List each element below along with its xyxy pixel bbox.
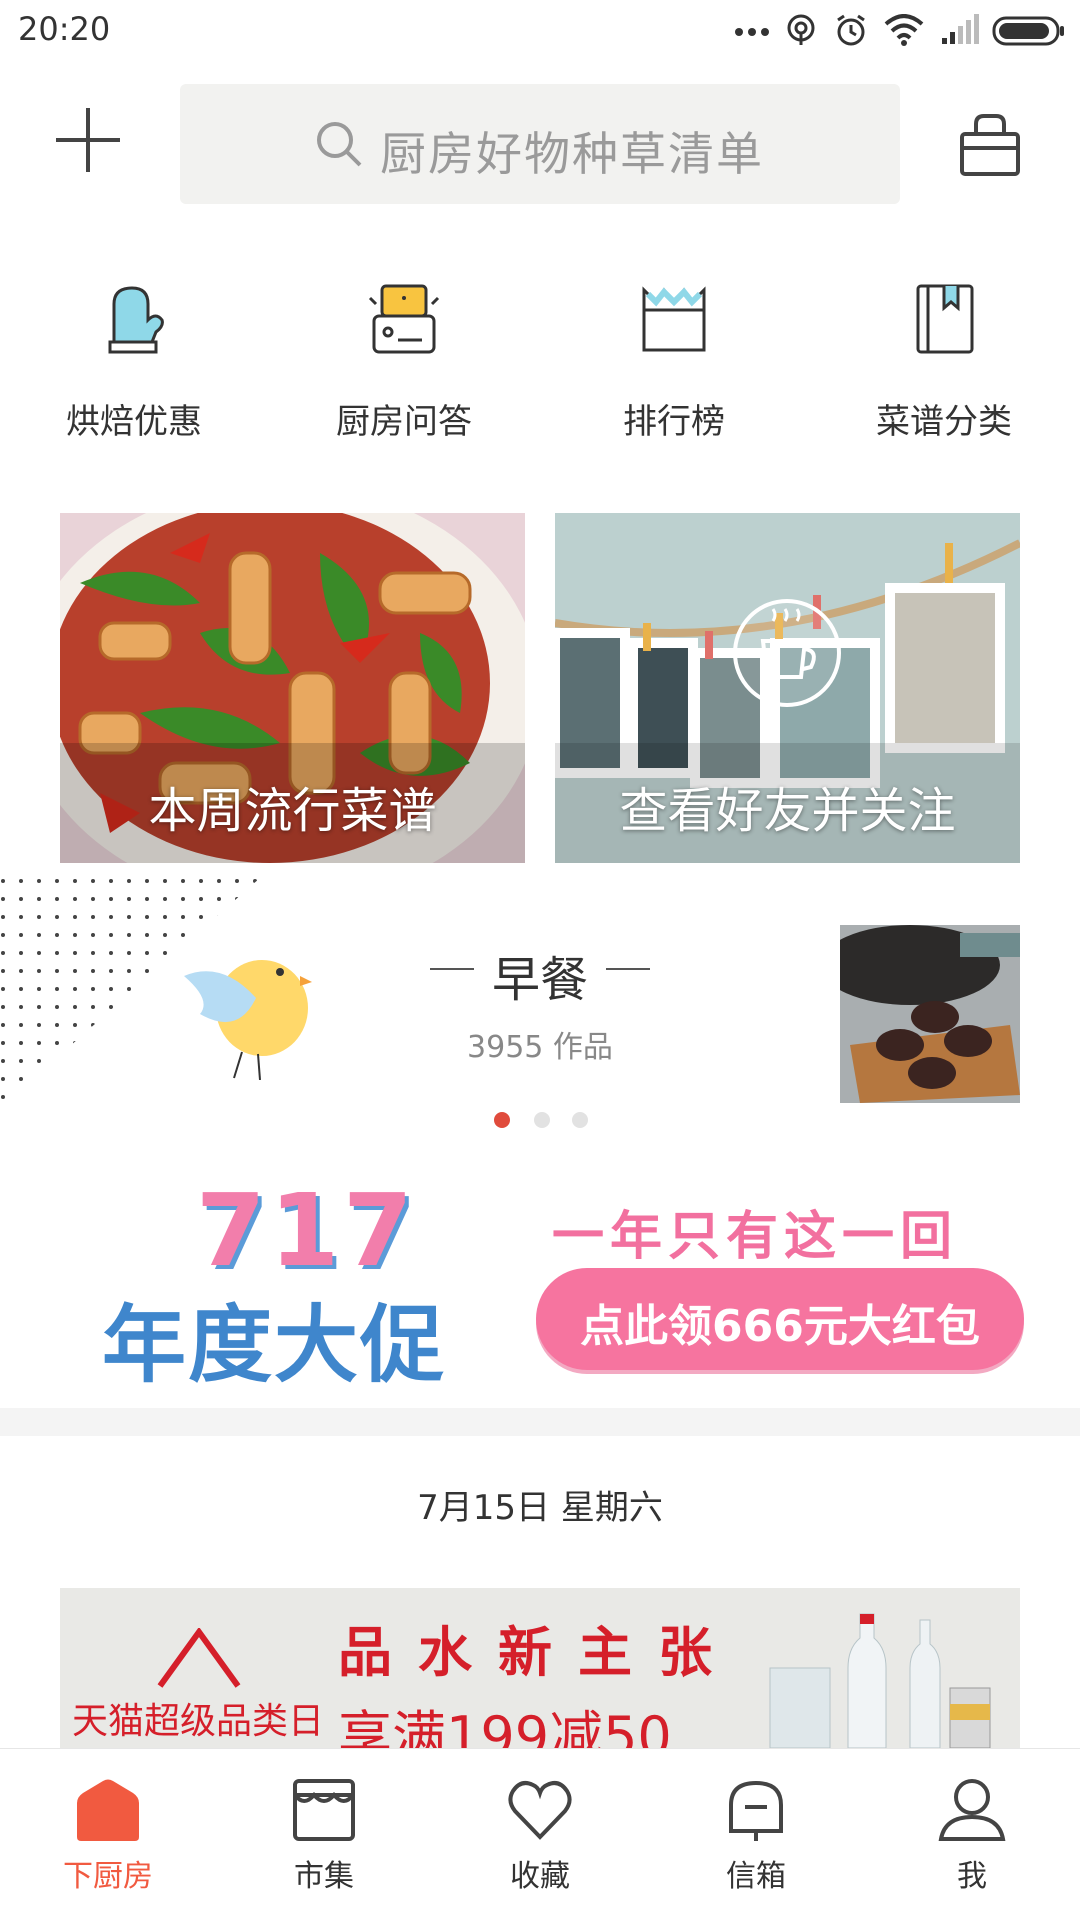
search-bar[interactable]: 厨房好物种草清单 — [180, 84, 900, 204]
nav-item-me[interactable]: 我 — [864, 1749, 1080, 1921]
quick-entry-baking-deals[interactable]: 烘焙优惠 — [34, 280, 234, 450]
add-button[interactable] — [52, 104, 124, 176]
quick-entry-label: 厨房问答 — [336, 402, 472, 442]
promo-slogan: 一年只有这一回 — [552, 1207, 959, 1267]
nav-label: 下厨房 — [63, 1859, 153, 1894]
alarm-icon — [837, 14, 865, 46]
page-dot[interactable] — [534, 1112, 550, 1128]
status-bar: 20:20 — [0, 0, 1080, 62]
nav-item-home[interactable]: 下厨房 — [0, 1749, 216, 1921]
oven-mitt-icon — [108, 286, 164, 354]
carousel-count: 3955 作品 — [467, 1030, 613, 1065]
ad-headline: 品水新主张 — [338, 1621, 738, 1684]
nav-label: 信箱 — [726, 1859, 786, 1894]
quick-entry-recipe-categories[interactable]: 菜谱分类 — [844, 280, 1044, 450]
more-dots-icon — [735, 28, 769, 36]
mailbox-icon — [729, 1780, 783, 1841]
recipe-book-icon — [916, 284, 974, 354]
search-icon — [317, 122, 362, 167]
status-time: 20:20 — [18, 10, 111, 48]
promo-subtitle: 年度大促 — [102, 1296, 447, 1394]
chick-mascot-icon — [184, 960, 312, 1080]
tile-find-friends[interactable]: 查看好友并关注 — [555, 513, 1020, 863]
water-bottles-image — [769, 1613, 991, 1748]
tile-label: 本周流行菜谱 — [148, 783, 437, 839]
breakfast-thumbnail[interactable] — [840, 925, 1020, 1103]
shopping-basket-icon[interactable] — [958, 112, 1022, 178]
ad-offer: 享满199减50 — [338, 1705, 672, 1748]
nav-label: 市集 — [294, 1859, 354, 1894]
page-dot[interactable] — [572, 1112, 588, 1128]
search-placeholder: 厨房好物种草清单 — [380, 127, 764, 181]
date-label: 7月15日 星期六 — [417, 1488, 663, 1528]
section-divider — [0, 1408, 1080, 1436]
promo-number: 717 — [196, 1172, 417, 1289]
crown-icon — [642, 286, 706, 352]
toaster-icon — [368, 284, 440, 354]
quick-entry-kitchen-qa[interactable]: 厨房问答 — [304, 280, 504, 450]
carousel-title: 早餐 — [491, 952, 588, 1008]
quick-entry-leaderboard[interactable]: 排行榜 — [574, 280, 774, 450]
nav-item-market[interactable]: 市集 — [216, 1749, 432, 1921]
heart-icon — [508, 1781, 572, 1840]
ad-tmall-text: 天猫超级品类日 — [72, 1701, 325, 1742]
nav-item-mailbox[interactable]: 信箱 — [648, 1749, 864, 1921]
market-icon — [293, 1779, 355, 1841]
quick-entry-label: 烘焙优惠 — [66, 402, 202, 442]
profile-icon — [938, 1779, 1006, 1841]
red-envelope-button[interactable]: 点此领666元大红包 — [536, 1268, 1024, 1370]
tmall-ad-banner[interactable]: 天猫超级品类日 品水新主张 享满199减50 — [60, 1588, 1020, 1748]
red-envelope-button-label: 点此领666元大红包 — [580, 1301, 980, 1352]
tile-label: 查看好友并关注 — [619, 783, 956, 839]
bottom-nav: 下厨房 市集 收藏 信箱 我 — [0, 1748, 1080, 1921]
battery-icon — [992, 16, 1064, 46]
home-icon — [77, 1779, 139, 1841]
quick-entry-label: 排行榜 — [623, 402, 725, 442]
hotspot-icon — [787, 14, 815, 45]
wifi-icon — [884, 14, 924, 46]
page-dot-active[interactable] — [494, 1112, 510, 1128]
nav-item-favorites[interactable]: 收藏 — [432, 1749, 648, 1921]
nav-label: 收藏 — [510, 1859, 570, 1894]
tmall-logo-icon — [157, 1628, 241, 1688]
signal-icon — [942, 14, 979, 44]
quick-entry-label: 菜谱分类 — [876, 402, 1012, 442]
tile-weekly-popular-recipes[interactable]: 本周流行菜谱 — [60, 513, 525, 863]
nav-label: 我 — [957, 1859, 987, 1894]
